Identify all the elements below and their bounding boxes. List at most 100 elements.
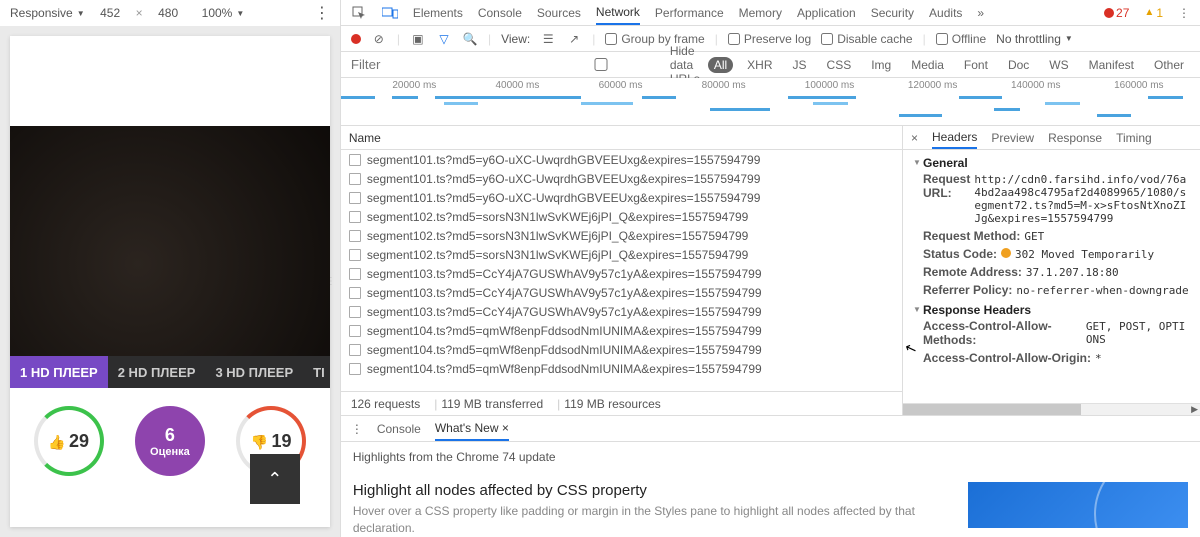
whatsnew-hero-image (968, 482, 1188, 528)
request-row[interactable]: segment104.ts?md5=qmWf8enpFddsodNmIUNIMA… (341, 340, 902, 359)
remote-address-value: 37.1.207.18:80 (1026, 266, 1119, 279)
thumbs-down-icon: 👎 (251, 434, 268, 450)
tab-application[interactable]: Application (797, 6, 856, 20)
filter-pill-all[interactable]: All (708, 57, 733, 73)
filter-pill-js[interactable]: JS (787, 57, 813, 73)
tab-security[interactable]: Security (871, 6, 914, 20)
capture-screenshots-icon[interactable]: ▣ (410, 32, 426, 46)
warning-count[interactable]: 1 (1144, 6, 1163, 20)
scroll-top-button[interactable]: ⌃ (250, 454, 300, 504)
network-timeline[interactable]: 20000 ms 40000 ms 60000 ms 80000 ms 1000… (341, 78, 1200, 126)
tab-audits[interactable]: Audits (929, 6, 962, 20)
tab-elements[interactable]: Elements (413, 6, 463, 20)
tab-sources[interactable]: Sources (537, 6, 581, 20)
viewport-height-input[interactable]: 480 (151, 6, 186, 20)
detail-tab-preview[interactable]: Preview (991, 131, 1034, 145)
filter-pill-other[interactable]: Other (1148, 57, 1190, 73)
dimension-x: × (136, 6, 143, 20)
throttling-select[interactable]: No throttling▼ (996, 32, 1073, 46)
filter-pill-xhr[interactable]: XHR (741, 57, 778, 73)
request-row[interactable]: segment102.ts?md5=sorsN3N1lwSvKWEj6jPI_Q… (341, 207, 902, 226)
request-row[interactable]: segment102.ts?md5=sorsN3N1lwSvKWEj6jPI_Q… (341, 245, 902, 264)
detail-tab-timing[interactable]: Timing (1116, 131, 1152, 145)
request-row[interactable]: segment101.ts?md5=y6O-uXC-UwqrdhGBVEEUxg… (341, 150, 902, 169)
drawer-tab-whatsnew[interactable]: What's New × (435, 421, 509, 441)
likes-counter[interactable]: 👍 29 (34, 406, 104, 476)
clear-button[interactable]: ⊘ (371, 32, 387, 46)
search-icon[interactable]: 🔍 (462, 32, 478, 46)
preserve-log-checkbox[interactable]: Preserve log (728, 32, 811, 46)
device-mode-select[interactable]: Responsive (10, 6, 85, 20)
player-tab-3[interactable]: 3 HD ПЛЕЕР (205, 356, 303, 388)
offline-checkbox[interactable]: Offline (936, 32, 986, 46)
request-row[interactable]: segment104.ts?md5=qmWf8enpFddsodNmIUNIMA… (341, 321, 902, 340)
request-row[interactable]: segment101.ts?md5=y6O-uXC-UwqrdhGBVEEUxg… (341, 188, 902, 207)
file-icon (349, 344, 361, 356)
request-method-value: GET (1024, 230, 1044, 243)
file-icon (349, 287, 361, 299)
request-list[interactable]: segment101.ts?md5=y6O-uXC-UwqrdhGBVEEUxg… (341, 150, 902, 391)
detail-horizontal-scrollbar[interactable]: ▶ (903, 403, 1200, 415)
request-row[interactable]: segment103.ts?md5=CcY4jA7GUSWhAV9y57c1yA… (341, 264, 902, 283)
toggle-device-icon[interactable] (382, 7, 398, 19)
tabs-overflow-icon[interactable]: » (977, 6, 984, 20)
drawer-tab-console[interactable]: Console (377, 422, 421, 436)
zoom-select[interactable]: 100% (202, 6, 245, 20)
tab-performance[interactable]: Performance (655, 6, 724, 20)
request-row[interactable]: segment103.ts?md5=CcY4jA7GUSWhAV9y57c1yA… (341, 302, 902, 321)
disable-cache-checkbox[interactable]: Disable cache (821, 32, 912, 46)
devtools-menu-icon[interactable]: ⋮ (1178, 6, 1190, 20)
filter-pill-ws[interactable]: WS (1043, 57, 1074, 73)
request-name: segment104.ts?md5=qmWf8enpFddsodNmIUNIMA… (367, 343, 762, 357)
resize-handle-icon[interactable]: ⋮⋮ (331, 262, 340, 302)
name-column-header[interactable]: Name (341, 126, 902, 150)
file-icon (349, 230, 361, 242)
detail-tab-response[interactable]: Response (1048, 131, 1102, 145)
status-dot-icon (1001, 248, 1011, 258)
whatsnew-highlights-line: Highlights from the Chrome 74 update (341, 442, 1200, 472)
request-row[interactable]: segment104.ts?md5=qmWf8enpFddsodNmIUNIMA… (341, 359, 902, 378)
viewport-width-input[interactable]: 452 (93, 6, 128, 20)
player-tab-1[interactable]: 1 HD ПЛЕЕР (10, 356, 108, 388)
tab-memory[interactable]: Memory (739, 6, 782, 20)
network-toolbar: ⊘ | ▣ ▽ 🔍 | View: ☰ ↗ | Group by frame |… (341, 26, 1200, 52)
close-detail-icon[interactable]: × (911, 131, 918, 145)
tab-console[interactable]: Console (478, 6, 522, 20)
filter-pill-media[interactable]: Media (905, 57, 950, 73)
request-detail-column: × Headers Preview Response Timing Genera… (903, 126, 1200, 415)
detail-tab-headers[interactable]: Headers (932, 130, 977, 149)
filter-icon[interactable]: ▽ (436, 32, 452, 46)
request-row[interactable]: segment103.ts?md5=CcY4jA7GUSWhAV9y57c1yA… (341, 283, 902, 302)
video-player[interactable] (10, 126, 330, 356)
player-tab-2[interactable]: 2 HD ПЛЕЕР (108, 356, 206, 388)
request-row[interactable]: segment102.ts?md5=sorsN3N1lwSvKWEj6jPI_Q… (341, 226, 902, 245)
file-icon (349, 192, 361, 204)
whatsnew-hero-body: Hover over a CSS property like padding o… (353, 503, 952, 537)
filter-pill-doc[interactable]: Doc (1002, 57, 1035, 73)
general-section-header[interactable]: General (913, 156, 1190, 170)
player-tab-4[interactable]: TI (303, 356, 330, 388)
record-button[interactable] (351, 34, 361, 44)
devtools-main-tabs: Elements Console Sources Network Perform… (341, 0, 1200, 26)
request-row[interactable]: segment101.ts?md5=y6O-uXC-UwqrdhGBVEEUxg… (341, 169, 902, 188)
response-headers-section[interactable]: Response Headers (913, 303, 1190, 317)
filter-pill-css[interactable]: CSS (821, 57, 858, 73)
drawer-menu-icon[interactable]: ⋮ (351, 422, 363, 436)
network-status-bar: 126 requests 119 MB transferred 119 MB r… (341, 391, 902, 415)
error-count[interactable]: 27 (1104, 6, 1129, 20)
detail-tabs: × Headers Preview Response Timing (903, 126, 1200, 150)
close-tab-icon[interactable]: × (502, 421, 509, 435)
filter-input[interactable] (351, 57, 528, 72)
score-badge[interactable]: 6 Оценка (135, 406, 205, 476)
filter-pill-img[interactable]: Img (865, 57, 897, 73)
filter-pill-manifest[interactable]: Manifest (1083, 57, 1140, 73)
request-name: segment103.ts?md5=CcY4jA7GUSWhAV9y57c1yA… (367, 267, 762, 281)
inspect-icon[interactable] (351, 6, 367, 20)
request-name: segment101.ts?md5=y6O-uXC-UwqrdhGBVEEUxg… (367, 172, 761, 186)
file-icon (349, 268, 361, 280)
filter-pill-font[interactable]: Font (958, 57, 994, 73)
tab-network[interactable]: Network (596, 5, 640, 25)
thumbs-up-icon: 👍 (48, 434, 65, 450)
device-toolbar-menu-icon[interactable]: ⋮ (314, 3, 330, 23)
request-name: segment104.ts?md5=qmWf8enpFddsodNmIUNIMA… (367, 324, 762, 338)
